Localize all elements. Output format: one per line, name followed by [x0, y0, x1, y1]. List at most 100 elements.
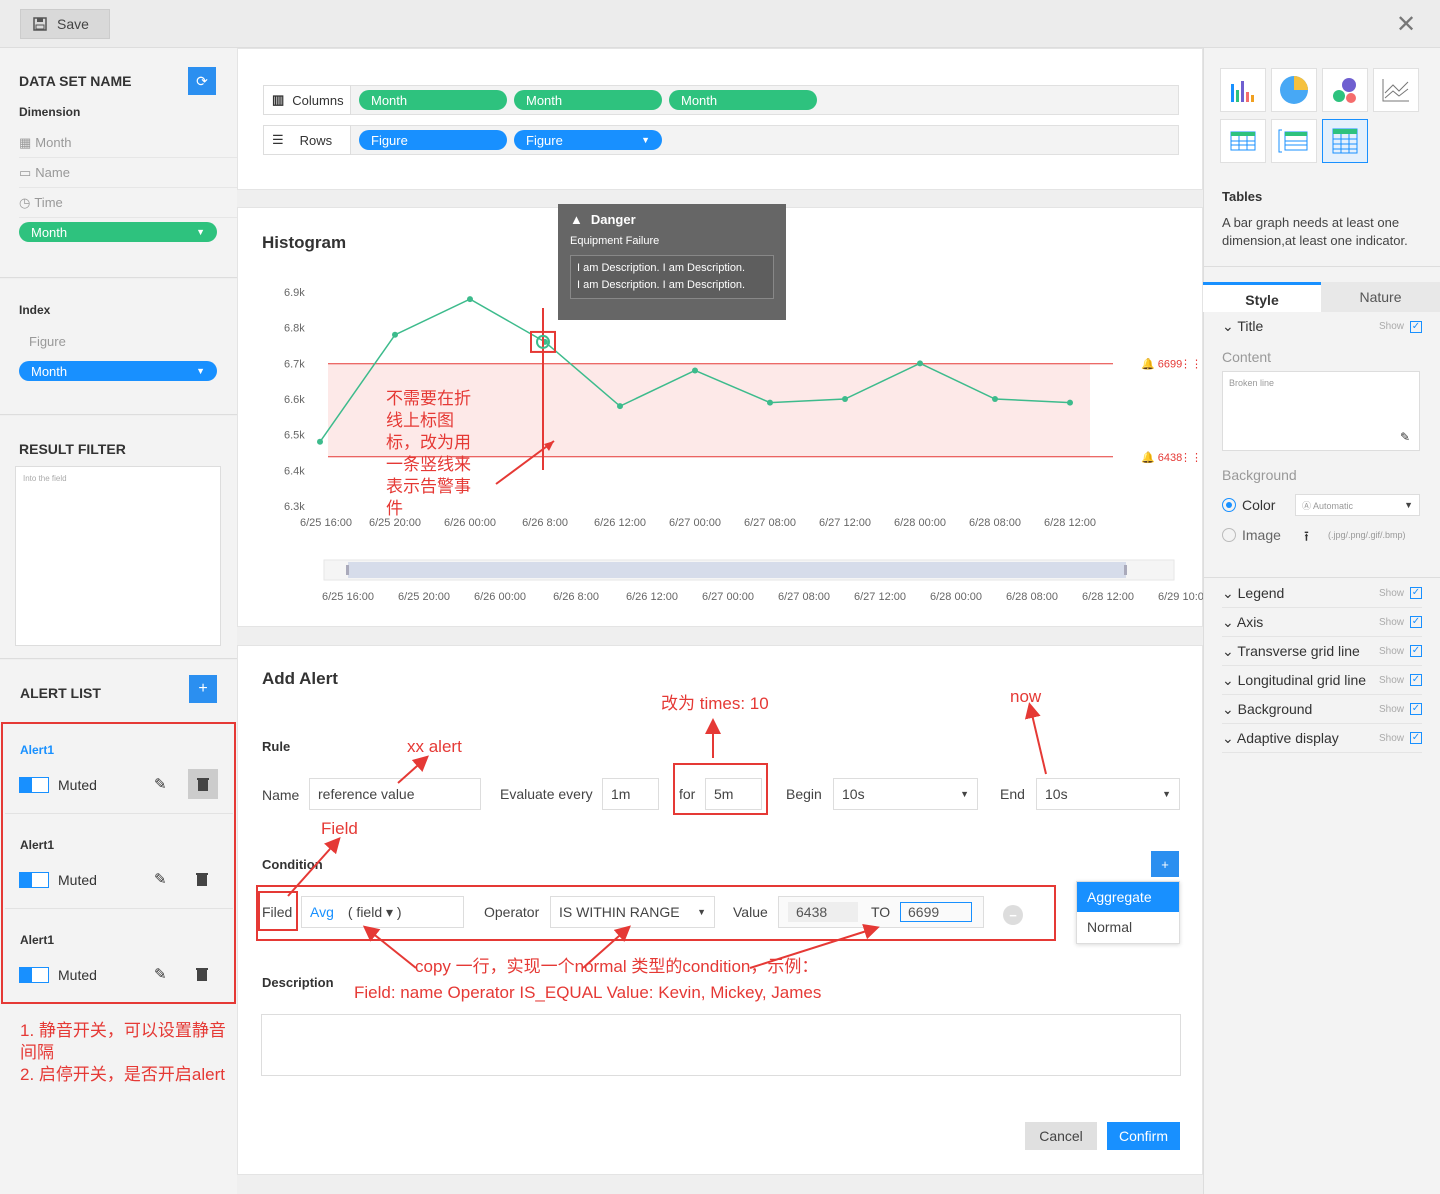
image-radio[interactable]: [1222, 528, 1236, 542]
slider-tick-label: 6/27 00:00: [702, 591, 754, 603]
filter-input[interactable]: Into the field: [15, 466, 221, 646]
add-alert-button[interactable]: +: [189, 675, 217, 703]
content-label: Content: [1222, 349, 1272, 365]
edit-icon[interactable]: ✎: [154, 870, 167, 888]
show-checkbox[interactable]: ✓: [1410, 616, 1422, 628]
column-pill[interactable]: Month: [514, 90, 662, 110]
tables-icon-selected[interactable]: [1322, 119, 1368, 163]
alert-name[interactable]: Alert1: [20, 838, 54, 852]
setting-label: Adaptive display: [1236, 729, 1339, 746]
delete-icon[interactable]: [196, 872, 208, 889]
setting-row-transverse-grid-line[interactable]: ⌄ Transverse grid line Show ✓: [1222, 637, 1422, 666]
columns-icon: ▥: [272, 92, 285, 107]
y-tick-label: 6.7k: [284, 358, 305, 370]
chart-type-desc: A bar graph needs at least one dimension…: [1222, 215, 1408, 248]
show-label: Show: [1378, 616, 1404, 628]
alert-list-title: ALERT LIST: [20, 685, 101, 701]
annotation-note: 1. 静音开关，可以设置静音间隔 2. 启停开关，是否开启alert: [20, 1021, 226, 1084]
range-slider-handle: [346, 565, 349, 575]
save-label: Save: [57, 16, 89, 32]
delete-icon[interactable]: [188, 769, 218, 799]
setting-row-longitudinal-grid-line[interactable]: ⌄ Longitudinal grid line Show ✓: [1222, 666, 1422, 695]
caret-down-icon: ▼: [1404, 500, 1413, 510]
dimension-month[interactable]: ▦ Month: [19, 128, 244, 158]
x-tick-label: 6/27 12:00: [819, 517, 871, 529]
setting-label: Transverse grid line: [1237, 642, 1360, 659]
column-pill[interactable]: Month: [669, 90, 817, 110]
setting-label: Axis: [1236, 613, 1264, 630]
setting-row-background[interactable]: ⌄ Background Show ✓: [1222, 695, 1422, 724]
table-icon[interactable]: [1220, 119, 1266, 163]
scatter-chart-icon[interactable]: [1322, 68, 1368, 112]
warning-icon: ▲: [570, 212, 583, 227]
show-checkbox[interactable]: ✓: [1410, 587, 1422, 599]
line-chart-icon[interactable]: [1373, 68, 1419, 112]
bar-chart-icon[interactable]: [1220, 68, 1266, 112]
setting-row-axis[interactable]: ⌄ Axis Show ✓: [1222, 608, 1422, 637]
mute-toggle[interactable]: [19, 872, 49, 888]
show-checkbox[interactable]: ✓: [1410, 703, 1422, 715]
delete-icon[interactable]: [196, 967, 208, 984]
caret-down-icon: ▼: [196, 366, 205, 376]
show-label: Show: [1378, 645, 1404, 657]
edit-icon[interactable]: ✎: [154, 965, 167, 983]
dataset-section: DATA SET NAME ⟳ Dimension ▦ Month ▭ Name ◷…: [0, 48, 244, 278]
mute-toggle[interactable]: [19, 777, 49, 793]
range-slider-selection: [348, 562, 1126, 578]
show-checkbox[interactable]: ✓: [1410, 645, 1422, 657]
x-tick-label: 6/26 8:00: [522, 517, 568, 529]
upper-threshold-label: 🔔 6699: [1141, 358, 1182, 371]
alert-name[interactable]: Alert1: [20, 933, 54, 947]
row-pill[interactable]: Figure ▼: [514, 130, 662, 150]
mute-label: Muted: [58, 872, 97, 888]
pencil-icon[interactable]: ✎: [1400, 430, 1410, 444]
chevron-down-icon: ⌄: [1222, 584, 1238, 601]
setting-row-adaptive-display[interactable]: ⌄ Adaptive display Show ✓: [1222, 724, 1422, 753]
slider-tick-label: 6/27 08:00: [778, 591, 830, 603]
data-point: [917, 360, 923, 367]
row-pill[interactable]: Figure: [359, 130, 507, 150]
upload-icon[interactable]: ⭱: [1304, 526, 1309, 550]
title-row[interactable]: ⌄ Title Show ✓: [1222, 312, 1422, 341]
y-tick-label: 6.9k: [284, 287, 305, 299]
x-tick-label: 6/25 16:00: [300, 517, 352, 529]
show-label: Show: [1378, 674, 1404, 686]
image-hint: (.jpg/.png/.gif/.bmp): [1328, 530, 1406, 540]
pie-chart-icon[interactable]: [1271, 68, 1317, 112]
data-point: [317, 438, 323, 445]
color-radio[interactable]: [1222, 498, 1236, 512]
column-pill[interactable]: Month: [359, 90, 507, 110]
pivot-table-icon[interactable]: [1271, 119, 1317, 163]
content-input[interactable]: Broken line: [1222, 371, 1420, 451]
dimension-time[interactable]: ◷ Time: [19, 188, 244, 218]
x-tick-label: 6/27 08:00: [744, 517, 796, 529]
close-icon[interactable]: ✕: [1394, 10, 1418, 39]
dimension-select[interactable]: Month ▼: [19, 222, 217, 242]
chevron-down-icon: ⌄: [1222, 613, 1237, 630]
save-button[interactable]: Save: [20, 9, 110, 39]
alert-name[interactable]: Alert1: [20, 743, 54, 757]
data-point: [392, 331, 398, 338]
show-checkbox[interactable]: ✓: [1410, 674, 1422, 686]
tab-nature[interactable]: Nature: [1321, 282, 1440, 312]
data-point: [767, 399, 773, 406]
index-select[interactable]: Month ▼: [19, 361, 217, 381]
color-select[interactable]: Ⓐ Automatic ▼: [1295, 494, 1420, 516]
chevron-down-icon: ⌄: [1222, 700, 1238, 717]
x-tick-label: 6/28 00:00: [894, 517, 946, 529]
annotation-arrows: [287, 702, 1047, 969]
x-tick-label: 6/28 12:00: [1044, 517, 1096, 529]
show-checkbox[interactable]: ✓: [1410, 732, 1422, 744]
refresh-icon[interactable]: ⟳: [188, 67, 216, 95]
index-item[interactable]: Figure: [29, 334, 66, 349]
dimension-name[interactable]: ▭ Name: [19, 158, 244, 188]
tab-style[interactable]: Style: [1203, 282, 1321, 312]
show-checkbox[interactable]: ✓: [1410, 320, 1422, 333]
mute-toggle[interactable]: [19, 967, 49, 983]
slider-tick-label: 6/26 8:00: [553, 591, 599, 603]
edit-icon[interactable]: ✎: [154, 775, 167, 793]
caret-down-icon: ▼: [641, 135, 650, 145]
tooltip-desc: I am Description. I am Description.: [577, 262, 746, 274]
y-tick-label: 6.5k: [284, 430, 305, 442]
setting-row-legend[interactable]: ⌄ Legend Show ✓: [1222, 579, 1422, 608]
